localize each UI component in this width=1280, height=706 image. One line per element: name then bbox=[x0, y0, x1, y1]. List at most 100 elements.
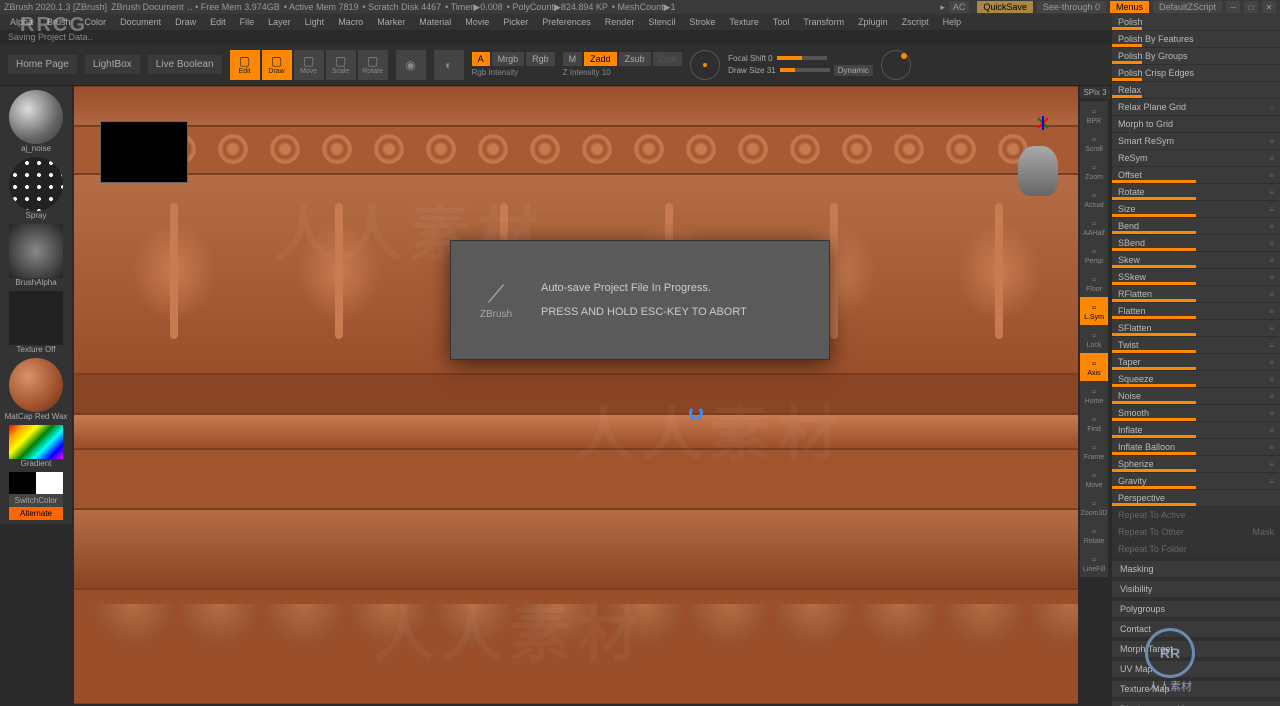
m-button[interactable]: M bbox=[563, 52, 583, 66]
scroll-button[interactable]: ▫Scroll bbox=[1080, 129, 1108, 157]
persp-button[interactable]: ▫Persp bbox=[1080, 241, 1108, 269]
polish-by-features-slider[interactable]: Polish By Features bbox=[1112, 31, 1280, 47]
zcut-button[interactable]: Zcut bbox=[653, 52, 683, 66]
relax-slider[interactable]: Relax bbox=[1112, 82, 1280, 98]
menu-marker[interactable]: Marker bbox=[371, 15, 411, 29]
smart-resym-slider[interactable]: Smart ReSym≡ bbox=[1112, 133, 1280, 149]
switchcolor-button[interactable]: SwitchColor bbox=[9, 494, 63, 507]
size-slider[interactable]: Size≡ bbox=[1112, 201, 1280, 217]
material-selector[interactable]: MatCap Red Wax bbox=[4, 358, 68, 421]
zoom-button[interactable]: ▫Zoom bbox=[1080, 157, 1108, 185]
menu-document[interactable]: Document bbox=[114, 15, 167, 29]
spix-value[interactable]: SPix 3 bbox=[1080, 86, 1110, 99]
viewport-canvas[interactable]: 人人素材 人人素材 人人素材 bbox=[74, 86, 1078, 704]
rotate-button[interactable]: ▫Rotate bbox=[1080, 521, 1108, 549]
dynamic-button[interactable]: Dynamic bbox=[834, 65, 873, 76]
rotate-tool[interactable]: ▢Rotate bbox=[358, 50, 388, 80]
floor-button[interactable]: ▫Floor bbox=[1080, 269, 1108, 297]
liveboolean-button[interactable]: Live Boolean bbox=[148, 55, 222, 74]
displacement-map-section[interactable]: Displacement Map bbox=[1112, 701, 1280, 706]
alternate-button[interactable]: Alternate bbox=[9, 507, 63, 520]
default-zscript[interactable]: DefaultZScript bbox=[1153, 1, 1222, 13]
menu-render[interactable]: Render bbox=[599, 15, 641, 29]
menu-help[interactable]: Help bbox=[937, 15, 968, 29]
zoom3d-button[interactable]: ▫Zoom3D bbox=[1080, 493, 1108, 521]
alpha-selector[interactable]: BrushAlpha bbox=[4, 224, 68, 287]
find-button[interactable]: ▫Find bbox=[1080, 409, 1108, 437]
lock-button[interactable]: ▫Lock bbox=[1080, 325, 1108, 353]
squeeze-slider[interactable]: Squeeze≡ bbox=[1112, 371, 1280, 387]
homepage-button[interactable]: Home Page bbox=[8, 55, 77, 74]
noise-slider[interactable]: Noise≡ bbox=[1112, 388, 1280, 404]
twist-slider[interactable]: Twist≡ bbox=[1112, 337, 1280, 353]
menu-zplugin[interactable]: Zplugin bbox=[852, 15, 894, 29]
menu-preferences[interactable]: Preferences bbox=[536, 15, 597, 29]
inflate-balloon-slider[interactable]: Inflate Balloon≡ bbox=[1112, 439, 1280, 455]
stroke-selector[interactable]: Spray bbox=[4, 157, 68, 220]
menu-edit[interactable]: Edit bbox=[204, 15, 232, 29]
gravity-slider[interactable]: Gravity≡ bbox=[1112, 473, 1280, 489]
taper-slider[interactable]: Taper≡ bbox=[1112, 354, 1280, 370]
window-min-icon[interactable]: ─ bbox=[1226, 1, 1240, 13]
menu-draw[interactable]: Draw bbox=[169, 15, 202, 29]
menu-texture[interactable]: Texture bbox=[723, 15, 765, 29]
right-arrow-icon[interactable]: ▸ bbox=[940, 2, 945, 13]
menu-zscript[interactable]: Zscript bbox=[896, 15, 935, 29]
menu-layer[interactable]: Layer bbox=[262, 15, 297, 29]
zsub-button[interactable]: Zsub bbox=[619, 52, 651, 66]
color-swatch-primary[interactable] bbox=[36, 472, 63, 494]
menus-button[interactable]: Menus bbox=[1110, 1, 1149, 13]
menu-macro[interactable]: Macro bbox=[332, 15, 369, 29]
masking-section[interactable]: Masking bbox=[1112, 561, 1280, 577]
orientation-head-icon[interactable] bbox=[1018, 146, 1058, 196]
resym-slider[interactable]: ReSym≡ bbox=[1112, 150, 1280, 166]
lsym-button[interactable]: ▫L.Sym bbox=[1080, 297, 1108, 325]
relax-plane-grid-slider[interactable]: Relax Plane Grid○ bbox=[1112, 99, 1280, 115]
edit-tool[interactable]: ▢Edit bbox=[230, 50, 260, 80]
bpr-button[interactable]: ▫BPR bbox=[1080, 101, 1108, 129]
window-close-icon[interactable]: ✕ bbox=[1262, 1, 1276, 13]
move-button[interactable]: ▫Move bbox=[1080, 465, 1108, 493]
a-button[interactable]: A bbox=[472, 52, 490, 66]
move-tool[interactable]: ▢Move bbox=[294, 50, 324, 80]
frame-button[interactable]: ▫Frame bbox=[1080, 437, 1108, 465]
seethrough-slider[interactable]: See-through 0 bbox=[1037, 1, 1106, 13]
reference-thumbnail[interactable] bbox=[100, 121, 188, 183]
texture-selector[interactable]: Texture Off bbox=[4, 291, 68, 354]
polygroups-section[interactable]: Polygroups bbox=[1112, 601, 1280, 617]
skew-slider[interactable]: Skew≡ bbox=[1112, 252, 1280, 268]
menu-stroke[interactable]: Stroke bbox=[683, 15, 721, 29]
linefill-button[interactable]: ▫LineFill bbox=[1080, 549, 1108, 577]
color-spectrum[interactable] bbox=[9, 425, 63, 459]
menu-tool[interactable]: Tool bbox=[767, 15, 796, 29]
menu-picker[interactable]: Picker bbox=[497, 15, 534, 29]
home-button[interactable]: ▫Home bbox=[1080, 381, 1108, 409]
sskew-slider[interactable]: SSkew≡ bbox=[1112, 269, 1280, 285]
color-picker[interactable]: Gradient bbox=[4, 425, 68, 468]
polish-crisp-edges-slider[interactable]: Polish Crisp Edges bbox=[1112, 65, 1280, 81]
spherize-slider[interactable]: Spherize≡ bbox=[1112, 456, 1280, 472]
material-mode-icon[interactable]: ◐ bbox=[434, 50, 464, 80]
flatten-slider[interactable]: Flatten≡ bbox=[1112, 303, 1280, 319]
rgb-button[interactable]: Rgb bbox=[526, 52, 555, 66]
mrgb-button[interactable]: Mrgb bbox=[492, 52, 525, 66]
focalshift-slider[interactable] bbox=[777, 56, 827, 60]
polish-by-groups-slider[interactable]: Polish By Groups bbox=[1112, 48, 1280, 64]
sculpt-mode-icon[interactable]: ◉ bbox=[396, 50, 426, 80]
brush-size-indicator[interactable] bbox=[690, 50, 720, 80]
rotate-slider[interactable]: Rotate≡ bbox=[1112, 184, 1280, 200]
axis-button[interactable]: ▫Axis bbox=[1080, 353, 1108, 381]
offset-slider[interactable]: Offset≡ bbox=[1112, 167, 1280, 183]
drawsize-slider[interactable] bbox=[780, 68, 830, 72]
aahalf-button[interactable]: ▫AAHalf bbox=[1080, 213, 1108, 241]
sflatten-slider[interactable]: SFlatten≡ bbox=[1112, 320, 1280, 336]
draw-tool[interactable]: ▢Draw bbox=[262, 50, 292, 80]
color-swatch-secondary[interactable] bbox=[9, 472, 36, 494]
bend-slider[interactable]: Bend≡ bbox=[1112, 218, 1280, 234]
visibility-section[interactable]: Visibility bbox=[1112, 581, 1280, 597]
inflate-slider[interactable]: Inflate≡ bbox=[1112, 422, 1280, 438]
actual-button[interactable]: ▫Actual bbox=[1080, 185, 1108, 213]
sbend-slider[interactable]: SBend≡ bbox=[1112, 235, 1280, 251]
axis-gizmo[interactable] bbox=[1028, 116, 1058, 146]
menu-material[interactable]: Material bbox=[413, 15, 457, 29]
